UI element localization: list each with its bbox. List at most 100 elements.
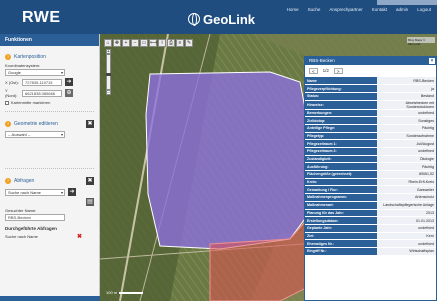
attribute-key: Zielbiotop: <box>305 116 378 125</box>
done-query-item[interactable]: Suche nach Name ✖ <box>5 233 94 240</box>
attribute-value: Garsweiler <box>377 185 436 195</box>
zoom-plus-icon[interactable]: + <box>106 49 111 55</box>
coord-system-label: Koordinatensystem: <box>5 63 41 68</box>
zoom-out-icon[interactable]: − <box>131 39 139 47</box>
section-abfragen: ? Abfragen ✖ Suche nach Name ➜ ▤ Gesucht… <box>0 169 99 240</box>
attribute-value: Kern <box>377 232 436 241</box>
table-row: Ausführung: Pächtig <box>305 162 436 172</box>
table-row: Kreis: Rhein-Erft-Kreis <box>305 178 436 187</box>
attribute-key: Pflegetyp: <box>305 132 378 141</box>
top-header: RWE GeoLink Home Suche Ansprechpartner K… <box>0 0 437 34</box>
attribute-key: Pflegezeitraum 2: <box>305 147 378 156</box>
attribute-key: Flächengröße (gerechnet): <box>305 170 378 179</box>
attribute-value: Sonstiges <box>377 116 436 125</box>
info-icon[interactable]: i <box>158 39 166 47</box>
zoom-in-icon[interactable]: + <box>122 39 130 47</box>
query-select[interactable]: Suche nach Name <box>5 188 65 196</box>
y-coordinate-input[interactable]: 6621838.085666 <box>22 89 62 97</box>
home-icon[interactable]: ⌂ <box>104 39 112 47</box>
nav-admin[interactable]: admin <box>396 7 408 12</box>
section-title: Abfragen <box>14 178 35 184</box>
clear-icon[interactable]: ▤ <box>86 198 94 206</box>
x-coordinate-input[interactable]: 727835.119715 <box>22 78 62 86</box>
coord-system-select[interactable]: Google <box>5 69 65 76</box>
table-row: Bemerkungen: undefined <box>305 109 436 118</box>
marker-checkbox-row[interactable]: Kartenmitte markieren <box>5 100 94 105</box>
area-polygon <box>145 71 313 250</box>
attribute-table: Name RBS-Becken Pflegeverpflichtung: ja Stat… <box>305 77 436 256</box>
attribute-key: Status: <box>305 92 378 101</box>
table-row: Anteilige Pflege: Pächtig <box>305 124 436 133</box>
nav-suche[interactable]: Suche <box>308 7 321 12</box>
map-toolbar: ⌂ ✥ + − ▭ ⟷ i ⎙ ≡ ✎ <box>104 39 193 47</box>
help-icon[interactable]: ? <box>5 54 11 60</box>
next-page-button[interactable]: > <box>333 68 343 74</box>
zoom-minus-icon[interactable]: − <box>106 90 111 96</box>
edit-icon[interactable]: ✎ <box>185 39 193 47</box>
run-query-icon[interactable]: ➜ <box>68 188 76 196</box>
section-geometrie: ? Geometrie editieren ✖ -- Auswahl -- <box>0 112 99 169</box>
nav-home[interactable]: Home <box>287 7 299 12</box>
section-title: Geometrie editieren <box>14 121 58 127</box>
table-row: Ehemaliges Nr.: undefined <box>305 239 436 248</box>
attribute-value: Rhein-Erft-Kreis <box>377 178 436 187</box>
table-row: Zustandigkeit: Ökologie <box>305 155 436 164</box>
table-row: Ziel: Kern <box>305 232 436 241</box>
table-row: Gemarkung / Flur: Garsweiler <box>305 185 436 195</box>
sidebar-footer <box>0 296 100 301</box>
delete-icon[interactable]: ✖ <box>77 233 82 240</box>
attribute-key: Kreis: <box>305 178 378 187</box>
table-row: Hinweise: Absetzbecken mit Sonderstruktur… <box>305 100 436 110</box>
attribute-key: Ausführung: <box>305 162 378 172</box>
pan-icon[interactable]: ✥ <box>113 39 121 47</box>
zoom-knob[interactable] <box>106 73 111 76</box>
layers-icon[interactable]: ≡ <box>176 39 184 47</box>
attribute-key: Gemarkung / Flur: <box>305 185 378 195</box>
table-row: Pflegeverpflichtung: ja <box>305 84 436 93</box>
feature-info-popup: RBS-Becken × < 1/2 > Name RBS-Becken Pfleg… <box>304 56 437 301</box>
nav-ansprechpartner[interactable]: Ansprechpartner <box>329 7 362 12</box>
done-queries-title: Durchgeführte Abfragen <box>5 226 57 231</box>
attribute-value: Pächtig <box>377 124 436 133</box>
functions-sidebar: Funktionen ? Kartenposition Koordinatens… <box>0 34 100 301</box>
prev-page-button[interactable]: < <box>309 68 318 74</box>
attribute-value: 2013 <box>377 209 436 218</box>
tools-icon[interactable]: ✖ <box>86 177 94 185</box>
attribute-value: Landschaftspflegerische Anlage <box>377 201 436 210</box>
table-row: Maßnahmenprogramm: Artenschutz <box>305 193 436 202</box>
attribute-key: Name <box>305 77 378 86</box>
attribute-key: Anteilige Pflege: <box>305 124 378 133</box>
help-icon[interactable]: ? <box>5 121 11 127</box>
measure-icon[interactable]: ⟷ <box>149 39 157 47</box>
x-label: X (Ost): <box>5 79 19 85</box>
print-icon[interactable]: ⎙ <box>167 39 175 47</box>
table-row: Eingriff Nr.: Wirtschaftsplan <box>305 247 436 256</box>
attribute-value: undefined <box>377 239 436 248</box>
table-row: Maßnahmenart: Landschaftspflegerische Anl… <box>305 201 436 210</box>
help-icon[interactable]: ? <box>5 178 11 184</box>
geometry-select[interactable]: -- Auswahl -- <box>5 131 65 138</box>
table-row: Zielbiotop: Sonstiges <box>305 116 436 125</box>
attribute-value: undefined <box>377 109 436 118</box>
table-row: Geplante Jahr: undefined <box>305 224 436 233</box>
popup-header: RBS-Becken × <box>305 57 436 65</box>
tools-icon[interactable]: ✖ <box>86 120 94 128</box>
attribute-value: 01.01.2013 <box>377 216 436 225</box>
nav-kontakt[interactable]: Kontakt <box>372 7 387 12</box>
locate-icon[interactable]: ⊕ <box>65 89 73 97</box>
attribute-value: Juli/August <box>377 139 436 148</box>
attribute-key: Planung für das Jahr: <box>305 209 378 218</box>
header-strip <box>377 0 437 5</box>
sidebar-title: Funktionen <box>0 34 99 46</box>
attribute-key: Ehemaliges Nr.: <box>305 239 378 248</box>
go-arrow-icon[interactable]: ➜ <box>65 78 73 86</box>
close-icon[interactable]: × <box>429 58 435 64</box>
table-row: Pflegetyp: Sonderaufnahme <box>305 132 436 141</box>
nav-logout[interactable]: Logout <box>417 7 431 12</box>
name-input[interactable]: RBS-Becken <box>5 214 65 221</box>
marker-checkbox[interactable] <box>5 100 9 105</box>
select-icon[interactable]: ▭ <box>140 39 148 47</box>
marker-label: Kartenmitte markieren <box>11 100 51 105</box>
attribute-value: Sonderaufnahme <box>377 132 436 141</box>
zoom-slider[interactable]: + − <box>106 49 111 96</box>
